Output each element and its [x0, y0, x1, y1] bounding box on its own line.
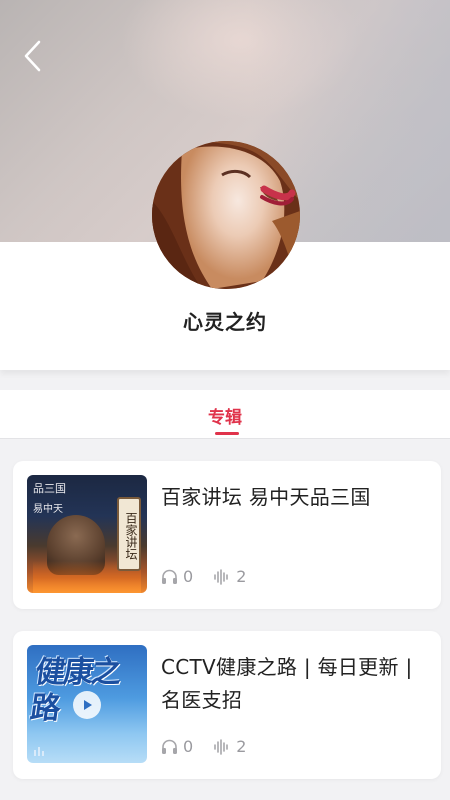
album-cover: 品三国 易中天 百家讲坛	[27, 475, 147, 593]
tab-bar: 专辑	[0, 390, 450, 439]
play-icon	[73, 691, 101, 719]
tab-albums[interactable]: 专辑	[0, 390, 450, 428]
listen-count: 0	[161, 737, 193, 756]
chevron-left-icon	[24, 40, 41, 72]
back-button[interactable]	[14, 36, 50, 76]
active-tab-indicator	[215, 432, 239, 435]
album-card[interactable]: 健康之路 CCTV健康之路 | 每日更新 | 名医支招 0 2	[13, 631, 441, 779]
audio-wave-icon	[214, 568, 228, 585]
listen-count-value: 0	[183, 567, 194, 586]
album-stats: 0 2	[161, 737, 266, 756]
track-count: 2	[213, 737, 246, 756]
listen-count: 0	[161, 567, 193, 586]
cover-title-text: 品三国	[33, 482, 66, 495]
profile-name: 心灵之约	[183, 310, 267, 334]
listen-count-value: 0	[183, 737, 194, 756]
cover-badge: 百家讲坛	[117, 497, 141, 571]
avatar[interactable]	[152, 141, 300, 289]
album-stats: 0 2	[161, 567, 266, 586]
avatar-image	[152, 141, 300, 289]
album-cover: 健康之路	[27, 645, 147, 763]
track-count-value: 2	[236, 737, 247, 756]
album-title: CCTV健康之路 | 每日更新 | 名医支招	[161, 655, 413, 712]
track-count: 2	[213, 567, 246, 586]
audio-bars-icon	[34, 747, 44, 756]
audio-wave-icon	[214, 738, 228, 755]
album-title: 百家讲坛 易中天品三国	[161, 485, 371, 509]
headphones-icon	[162, 569, 177, 584]
headphones-icon	[162, 739, 177, 754]
track-count-value: 2	[236, 567, 247, 586]
album-card[interactable]: 品三国 易中天 百家讲坛 百家讲坛 易中天品三国 0 2	[13, 461, 441, 609]
cover-subtitle-text: 易中天	[33, 504, 63, 515]
